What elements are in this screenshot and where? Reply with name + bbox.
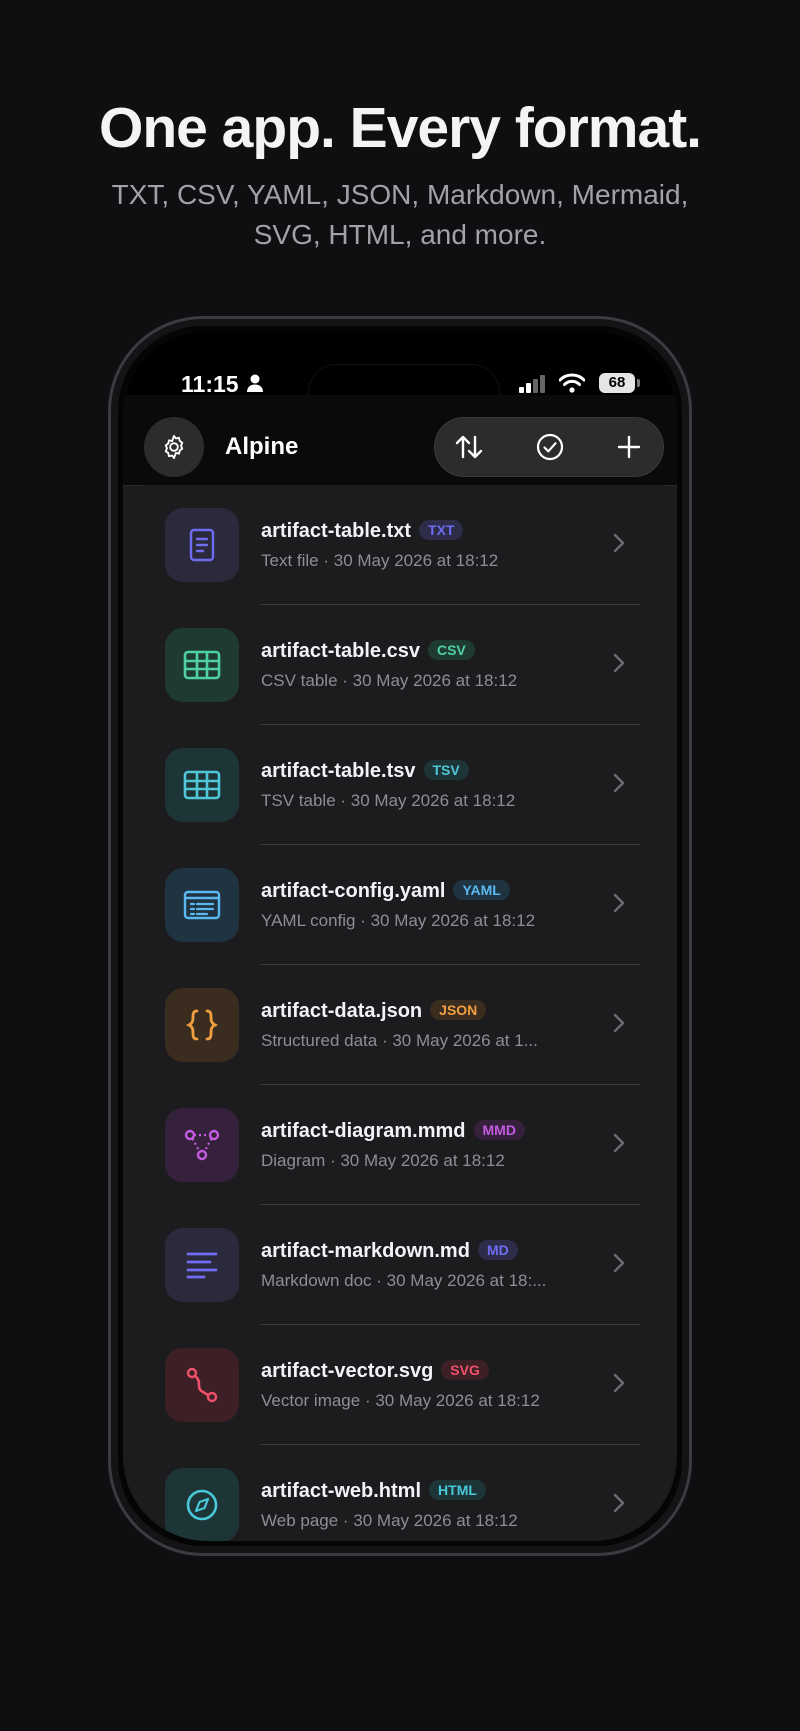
file-type-tile [165,748,239,822]
hero-subline: TXT, CSV, YAML, JSON, Markdown, Mermaid,… [111,179,689,250]
person-icon [247,374,263,392]
settings-button[interactable] [144,417,204,477]
file-name-text: artifact-table.tsv [261,760,416,782]
file-type-tile [165,628,239,702]
file-type-tile [165,1468,239,1541]
file-name: artifact-diagram.mmd MMD [261,1120,525,1143]
cellular-signal-icon [519,375,545,393]
checkmark-circle-icon [536,433,564,461]
file-name: artifact-table.txt TXT [261,520,464,543]
file-row[interactable]: artifact-vector.svg SVG Vector image · 30 … [143,1325,663,1445]
file-meta: TSV table · 30 May 2026 at 18:12 [261,791,516,810]
file-name-text: artifact-table.csv [261,640,420,662]
battery-tip [637,379,640,387]
text-lines-icon [185,1250,219,1280]
file-name-text: artifact-diagram.mmd [261,1120,466,1142]
file-row[interactable]: artifact-table.csv CSV CSV table · 30 May … [143,605,663,725]
navigation-bar: Alpine [123,395,677,486]
file-type-tile [165,1108,239,1182]
file-type-badge: TSV [423,760,469,780]
chevron-right-icon [613,653,625,678]
chevron-right-icon [613,1253,625,1278]
file-name: artifact-data.json JSON [261,1000,487,1023]
file-type-badge: MD [477,1240,518,1260]
file-meta: YAML config · 30 May 2026 at 18:12 [261,911,536,930]
phone-frame: 11:15 68 Alpine artifact-table.txt TXT T… [108,316,692,1556]
file-row[interactable]: artifact-web.html HTML Web page · 30 May 2… [143,1445,663,1541]
file-name-text: artifact-web.html [261,1480,422,1502]
file-type-tile [165,1228,239,1302]
file-name: artifact-markdown.md MD [261,1240,518,1263]
diagram-icon [184,1128,220,1162]
table-icon [183,770,221,800]
file-meta: Diagram · 30 May 2026 at 18:12 [261,1151,505,1170]
sort-arrows-icon [455,435,483,459]
add-button[interactable] [599,418,659,476]
chevron-right-icon [613,1013,625,1038]
select-button[interactable] [520,418,580,476]
wifi-icon [559,373,585,393]
file-row[interactable]: artifact-table.txt TXT Text file · 30 May … [143,485,663,605]
table-icon [183,650,221,680]
sort-button[interactable] [439,418,499,476]
file-name: artifact-vector.svg SVG [261,1360,489,1383]
file-name: artifact-web.html HTML [261,1480,486,1503]
file-type-tile [165,988,239,1062]
file-type-badge: CSV [427,640,475,660]
compass-icon [185,1488,219,1522]
battery-level: 68 [599,373,635,393]
chevron-right-icon [613,773,625,798]
file-name: artifact-table.tsv TSV [261,760,469,783]
file-meta: Web page · 30 May 2026 at 18:12 [261,1511,518,1530]
file-row[interactable]: artifact-diagram.mmd MMD Diagram · 30 May … [143,1085,663,1205]
file-type-badge: HTML [429,1480,486,1500]
file-type-badge: JSON [430,1000,487,1020]
chevron-right-icon [613,533,625,558]
file-list: artifact-table.txt TXT Text file · 30 May … [143,485,663,1541]
file-name: artifact-config.yaml YAML [261,880,510,903]
hero-headline: One app. Every format. [98,96,702,160]
document-icon [187,528,217,562]
file-meta: Text file · 30 May 2026 at 18:12 [261,551,499,570]
file-type-badge: SVG [441,1360,489,1380]
file-meta: CSV table · 30 May 2026 at 18:12 [261,671,518,690]
file-type-badge: MMD [473,1120,525,1140]
chevron-right-icon [613,893,625,918]
file-name-text: artifact-markdown.md [261,1240,470,1262]
nav-title: Alpine [225,433,299,460]
status-time: 11:15 [181,371,239,397]
file-meta: Vector image · 30 May 2026 at 18:12 [261,1391,540,1410]
gear-icon [164,434,184,460]
file-row[interactable]: artifact-config.yaml YAML YAML config · 30… [143,845,663,965]
nav-action-group [434,417,664,477]
vector-path-icon [185,1367,219,1403]
config-icon [183,890,221,920]
chevron-right-icon [613,1373,625,1398]
file-row[interactable]: artifact-data.json JSON Structured data · … [143,965,663,1085]
file-name-text: artifact-config.yaml [261,880,446,902]
file-name: artifact-table.csv CSV [261,640,475,663]
file-type-badge: TXT [419,520,464,540]
plus-icon [617,435,641,459]
file-name-text: artifact-data.json [261,1000,423,1022]
file-type-tile [165,1348,239,1422]
file-row[interactable]: artifact-markdown.md MD Markdown doc · 30 … [143,1205,663,1325]
chevron-right-icon [613,1133,625,1158]
chevron-right-icon [613,1493,625,1518]
file-meta: Markdown doc · 30 May 2026 at 18:... [261,1271,547,1290]
file-name-text: artifact-table.txt [261,520,412,542]
file-type-tile [165,868,239,942]
file-meta: Structured data · 30 May 2026 at 1... [261,1031,538,1050]
braces-icon [185,1008,219,1042]
file-row[interactable]: artifact-table.tsv TSV TSV table · 30 May … [143,725,663,845]
file-name-text: artifact-vector.svg [261,1360,434,1382]
phone-screen: 11:15 68 Alpine artifact-table.txt TXT T… [123,331,677,1541]
file-type-badge: YAML [453,880,510,900]
file-type-tile [165,508,239,582]
